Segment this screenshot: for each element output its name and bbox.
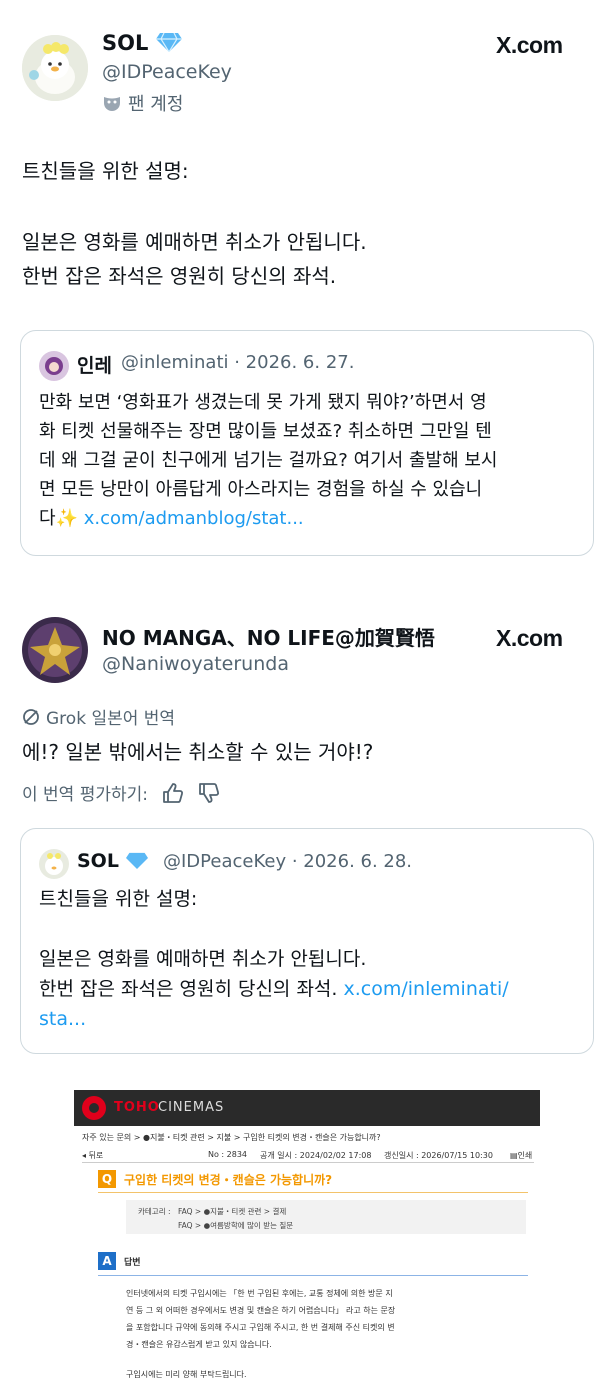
post-text-line3: 한번 잡은 좌석은 영원히 당신의 좌석. <box>22 264 337 288</box>
quoted-line4: 면 모든 낭만이 아름답게 아스라지는 경험을 하실 수 있습니 <box>39 479 483 500</box>
quoted-link[interactable]: x.com/admanblog/stat... <box>84 508 304 529</box>
divider <box>98 1275 528 1276</box>
avatar-sol-small <box>39 849 69 879</box>
faq-number: No : 2834 <box>208 1150 248 1159</box>
quoted-author-name: 인레 <box>77 355 112 377</box>
quoted-line2: 화 티켓 선물해주는 장면 많이들 보셨죠? 취소하면 그만일 텐 <box>39 421 492 442</box>
answer-line: 연 등 그 외 어떠한 경우에서도 변경 및 캔슬은 하기 어렵습니다」 라고 … <box>126 1306 396 1315</box>
quoted-line3: 한번 잡은 좌석은 영원히 당신의 좌석. x.com/inleminati/ <box>39 978 509 1000</box>
toho-brand: TOHO <box>114 1100 160 1115</box>
quoted-meta: @IDPeaceKey · 2026. 6. 28. <box>163 851 413 872</box>
diamond-icon <box>155 32 182 52</box>
toho-meta-bar: ◂ 뒤로 No : 2834 공개 일시 : 2024/02/02 17:08 … <box>82 1148 534 1163</box>
answer-line: 인터넷에서의 티켓 구입시에는 「한 번 구입된 후에는, 교통 정체에 의한 … <box>126 1289 393 1298</box>
x-com-logo[interactable]: X.com <box>496 625 563 652</box>
q-badge: Q <box>98 1170 116 1188</box>
grok-icon <box>23 708 39 725</box>
toho-logo-icon <box>82 1096 106 1120</box>
quoted-post-2[interactable]: SOL @IDPeaceKey · 2026. 6. 28. 트친들을 위한 설… <box>20 828 594 1054</box>
category-label: 카테고리 : <box>138 1207 171 1216</box>
updated-date: 갱신일시 : 2026/07/15 10:30 <box>384 1151 493 1160</box>
category-link-1[interactable]: FAQ > ●지불・티켓 관련 > 결제 <box>178 1206 286 1217</box>
diamond-icon <box>125 852 148 869</box>
quoted-line2: 일본은 영화를 예매하면 취소가 안됩니다. <box>39 948 367 970</box>
author-name[interactable]: NO MANGA、NO LIFE@加賀賢悟 <box>102 622 435 651</box>
author-handle[interactable]: @IDPeaceKey <box>102 61 232 83</box>
quoted-line1: 트친들을 위한 설명: <box>39 888 198 910</box>
category-link-2[interactable]: FAQ > ●여름방학에 많이 받는 질문 <box>178 1220 293 1231</box>
answer-line: 경・캔슬은 유감스럽게 받고 있지 않습니다. <box>126 1340 272 1349</box>
divider <box>98 1192 528 1193</box>
avatar-nomanga[interactable] <box>22 617 88 683</box>
faq-question: 구입한 티켓의 변경・캔슬은 가능합니까? <box>124 1173 333 1187</box>
x-com-logo[interactable]: X.com <box>496 32 563 59</box>
rate-translation: 이 번역 평가하기: <box>22 780 220 805</box>
back-link[interactable]: ◂ 뒤로 <box>82 1150 103 1161</box>
print-button[interactable]: ▤인쇄 <box>510 1150 532 1161</box>
quoted-line5: 다✨ x.com/admanblog/stat... <box>39 508 304 529</box>
category-box: 카테고리 : FAQ > ●지불・티켓 관련 > 결제 FAQ > ●여름방학에… <box>126 1200 526 1234</box>
post-text-line2: 일본은 영화를 예매하면 취소가 안됩니다. <box>22 230 367 254</box>
avatar-sol[interactable] <box>22 35 88 101</box>
quoted-line1: 만화 보면 ‘영화표가 생겼는데 못 가게 됐지 뭐야?’하면서 영 <box>39 392 487 413</box>
thumbs-down-icon[interactable] <box>198 782 220 804</box>
quoted-line3: 데 왜 그걸 굳이 친구에게 넘기는 걸까요? 여기서 출발해 보시 <box>39 450 498 471</box>
post-text-line1: 트친들을 위한 설명: <box>22 159 189 183</box>
answer-line: 을 포함합니다 규약에 동의해 주시고 구입해 주시고, 한 번 결제해 주신 … <box>126 1323 395 1332</box>
a-badge: A <box>98 1252 116 1270</box>
toho-faq-screenshot: TOHO CINEMAS 자주 있는 문의 > ●지불・티켓 관련 > 지불 >… <box>74 1090 540 1390</box>
quoted-link-cont[interactable]: sta... <box>39 1005 86 1033</box>
quoted-post-1[interactable]: 인레 @inleminati · 2026. 6. 27. 만화 보면 ‘영화표… <box>20 330 594 556</box>
answer-label: 답변 <box>124 1258 141 1268</box>
grok-translate-label: Grok 일본어 번역 <box>22 704 175 729</box>
toho-header: TOHO CINEMAS <box>74 1090 540 1126</box>
mask-icon <box>104 97 120 111</box>
cinemas-brand: CINEMAS <box>158 1100 225 1115</box>
quoted-author-name: SOL <box>77 850 148 872</box>
post-text: 에!? 일본 밖에서는 취소할 수 있는 거야!? <box>22 740 374 764</box>
avatar-inre <box>39 351 69 381</box>
author-handle[interactable]: @Naniwoyaterunda <box>102 653 289 675</box>
author-name[interactable]: SOL <box>102 31 182 55</box>
answer-closing: 구입시에는 미리 양해 부탁드립니다. <box>126 1370 247 1379</box>
quoted-meta: @inleminati · 2026. 6. 27. <box>121 352 355 373</box>
quoted-link[interactable]: x.com/inleminati/ <box>343 978 508 1000</box>
published-date: 공개 일시 : 2024/02/02 17:08 <box>260 1151 372 1160</box>
breadcrumb: 자주 있는 문의 > ●지불・티켓 관련 > 지불 > 구입한 티켓의 변경・캔… <box>82 1133 381 1142</box>
answer-body: 인터넷에서의 티켓 구입시에는 「한 번 구입된 후에는, 교통 정체에 의한 … <box>126 1285 395 1383</box>
fan-account-badge: 팬 계정 <box>102 90 183 116</box>
thumbs-up-icon[interactable] <box>162 782 184 804</box>
